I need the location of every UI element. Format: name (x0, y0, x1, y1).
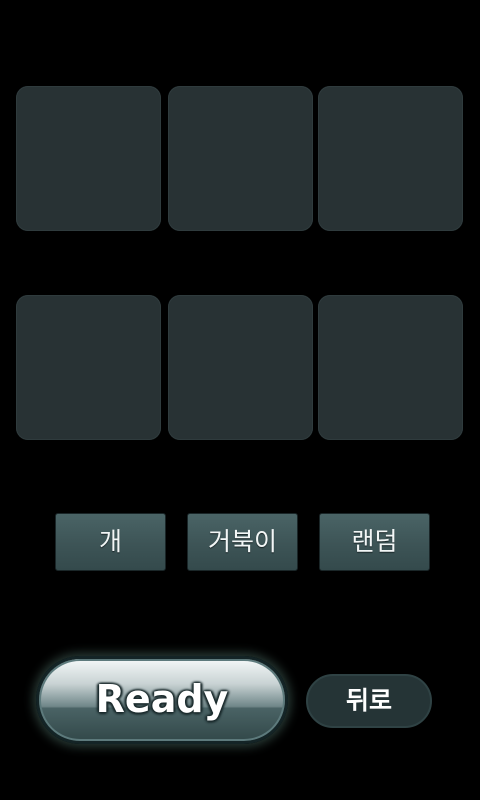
back-button[interactable]: 뒤로 (306, 674, 432, 728)
game-screen: 개 거북이 랜덤 Ready 뒤로 (0, 0, 480, 800)
card-slot-4[interactable] (16, 295, 161, 440)
card-slot-6[interactable] (318, 295, 463, 440)
turtle-option-button[interactable]: 거북이 (187, 513, 298, 571)
card-slot-2[interactable] (168, 86, 313, 231)
random-option-button[interactable]: 랜덤 (319, 513, 430, 571)
dog-option-button[interactable]: 개 (55, 513, 166, 571)
ready-button[interactable]: Ready (36, 656, 288, 744)
card-slot-5[interactable] (168, 295, 313, 440)
ready-button-label: Ready (95, 677, 229, 721)
card-slot-1[interactable] (16, 86, 161, 231)
card-slot-3[interactable] (318, 86, 463, 231)
